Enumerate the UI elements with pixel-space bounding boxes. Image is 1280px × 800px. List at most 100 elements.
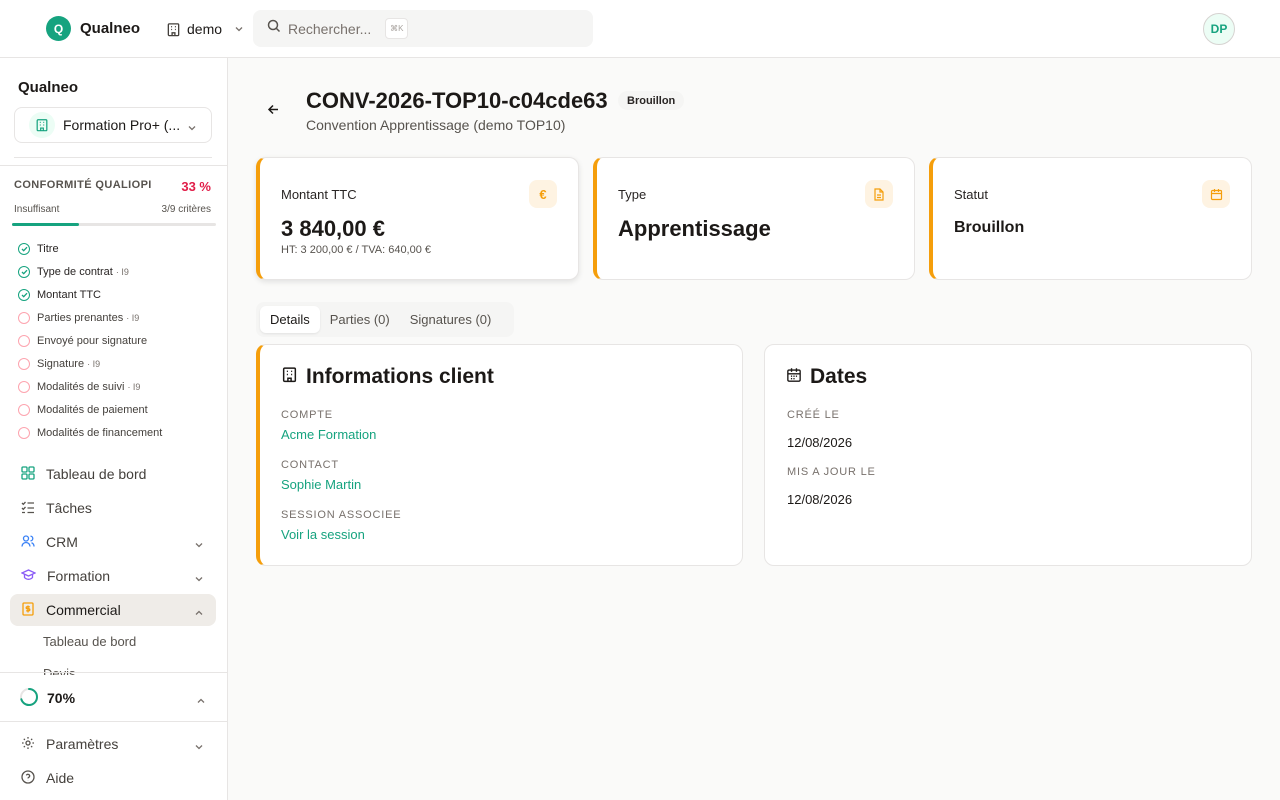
criterion-tag: · I9 xyxy=(126,312,140,323)
search-icon xyxy=(267,19,281,38)
updated-date: 12/08/2026 xyxy=(787,492,853,507)
stat-card-amount: Montant TTC € 3 840,00 € HT: 3 200,00 € … xyxy=(256,157,579,280)
criterion-item[interactable]: Modalités de paiement xyxy=(18,399,218,422)
criterion-label: Parties prenantes xyxy=(37,311,124,324)
onboarding-progress[interactable]: 70% xyxy=(10,682,216,714)
nav-label: Paramètres xyxy=(46,736,119,752)
nav-training[interactable]: Formation xyxy=(10,560,216,592)
criterion-label: Titre xyxy=(37,242,59,255)
card-title-text: Dates xyxy=(810,365,868,388)
tenant-name: Formation Pro+ (... xyxy=(63,117,181,133)
divider xyxy=(0,672,228,673)
dates-card: Dates CRÉÉ LE 12/08/2026 MIS A JOUR LE 1… xyxy=(764,344,1252,566)
nav-help[interactable]: Aide xyxy=(10,762,216,794)
help-icon xyxy=(21,769,35,787)
criterion-tag: · I9 xyxy=(115,266,129,277)
nav-settings[interactable]: Paramètres xyxy=(10,728,216,760)
subnav-quotes[interactable]: Devis xyxy=(43,666,76,675)
divider xyxy=(0,165,228,166)
org-name: demo xyxy=(187,21,223,37)
gear-icon xyxy=(21,736,35,753)
chevron-down-icon xyxy=(194,739,204,755)
app-name[interactable]: Qualneo xyxy=(80,20,140,37)
card-title-text: Informations client xyxy=(306,365,494,388)
empty-circle-icon xyxy=(18,358,30,371)
tab-parties[interactable]: Parties (0) xyxy=(320,306,400,333)
created-date: 12/08/2026 xyxy=(787,435,853,450)
nav-label: Aide xyxy=(46,770,75,786)
criterion-label: Envoyé pour signature xyxy=(37,334,148,347)
empty-circle-icon xyxy=(18,311,30,324)
chevron-down-icon xyxy=(194,571,204,587)
criterion-item[interactable]: Modalités de financement xyxy=(18,422,218,445)
empty-circle-icon xyxy=(18,381,30,394)
check-circle-icon xyxy=(18,265,30,278)
page-title: CONV-2026-TOP10-c04cde63 xyxy=(306,88,608,113)
status-badge: Brouillon xyxy=(618,91,685,110)
chevron-down-icon xyxy=(234,24,244,34)
contact-link[interactable]: Sophie Martin xyxy=(281,477,361,492)
criterion-label: Signature xyxy=(37,358,85,371)
conformity-percent: 33 % xyxy=(181,179,211,194)
top-bar: Q Qualneo demo Rechercher... ⌘K DP xyxy=(0,0,1280,58)
card-title: Informations client xyxy=(281,365,494,389)
stat-label: Type xyxy=(618,187,647,202)
receipt-icon xyxy=(21,601,35,619)
back-button[interactable] xyxy=(264,103,282,121)
nav-commercial[interactable]: Commercial xyxy=(10,594,216,626)
tasks-icon xyxy=(21,500,35,517)
tab-signatures[interactable]: Signatures (0) xyxy=(400,306,502,333)
tenant-selector[interactable]: Formation Pro+ (... xyxy=(14,107,212,143)
conformity-count: 3/9 critères xyxy=(161,204,211,215)
divider xyxy=(0,721,228,722)
search-placeholder: Rechercher... xyxy=(288,20,372,37)
nav-dashboard[interactable]: Tableau de bord xyxy=(10,458,216,490)
criterion-item[interactable]: Titre xyxy=(18,237,218,260)
org-switcher[interactable]: demo xyxy=(166,16,244,42)
session-link[interactable]: Voir la session xyxy=(281,527,365,542)
euro-icon: € xyxy=(529,180,557,208)
conformity-progress-fill xyxy=(12,223,80,226)
subnav-commercial-dashboard[interactable]: Tableau de bord xyxy=(43,634,136,649)
account-link[interactable]: Acme Formation xyxy=(281,427,376,442)
conformity-level: Insuffisant xyxy=(14,204,60,215)
nav-tasks[interactable]: Tâches xyxy=(10,492,216,524)
calendar-icon xyxy=(1202,180,1230,208)
divider xyxy=(14,157,212,158)
criterion-item[interactable]: Modalités de suivi · I9 xyxy=(18,376,218,399)
criterion-item[interactable]: Montant TTC xyxy=(18,283,218,306)
nav-label: Tableau de bord xyxy=(46,466,147,482)
conformity-title: CONFORMITÉ QUALIOPI xyxy=(14,179,152,191)
building-icon xyxy=(281,365,298,389)
criterion-label: Montant TTC xyxy=(37,288,101,301)
chevron-up-icon xyxy=(194,605,204,621)
criterion-tag: · I9 xyxy=(127,382,141,393)
stat-card-type: Type Apprentissage xyxy=(593,157,915,280)
check-circle-icon xyxy=(18,242,30,255)
users-icon xyxy=(21,534,35,551)
nav-label: Tâches xyxy=(46,500,92,516)
stat-note: HT: 3 200,00 € / TVA: 640,00 € xyxy=(281,244,432,256)
criterion-item[interactable]: Parties prenantes · I9 xyxy=(18,306,218,329)
criteria-list: Titre Type de contrat · I9 Montant TTC Parti… xyxy=(18,237,218,445)
criterion-item[interactable]: Type de contrat · I9 xyxy=(18,260,218,283)
avatar[interactable]: DP xyxy=(1203,13,1235,45)
card-title: Dates xyxy=(786,365,867,389)
nav-crm[interactable]: CRM xyxy=(10,526,216,558)
criterion-label: Type de contrat xyxy=(37,265,113,278)
stat-card-status: Statut Brouillon xyxy=(929,157,1252,280)
criterion-item[interactable]: Signature · I9 xyxy=(18,352,218,375)
search-input[interactable]: Rechercher... ⌘K xyxy=(253,10,593,47)
tab-details[interactable]: Details xyxy=(260,306,320,333)
document-icon xyxy=(865,180,893,208)
logo-icon[interactable]: Q xyxy=(46,16,71,41)
dashboard-icon xyxy=(21,465,35,483)
nav-label: Commercial xyxy=(46,602,121,618)
graduation-cap-icon xyxy=(20,568,37,585)
arrow-left-icon xyxy=(267,103,280,121)
calendar-icon xyxy=(786,365,802,389)
criterion-item[interactable]: Envoyé pour signature xyxy=(18,329,218,352)
criterion-tag: · I9 xyxy=(87,359,101,370)
field-label-created: CRÉÉ LE xyxy=(787,409,840,421)
page-subtitle: Convention Apprentissage (demo TOP10) xyxy=(306,117,566,133)
